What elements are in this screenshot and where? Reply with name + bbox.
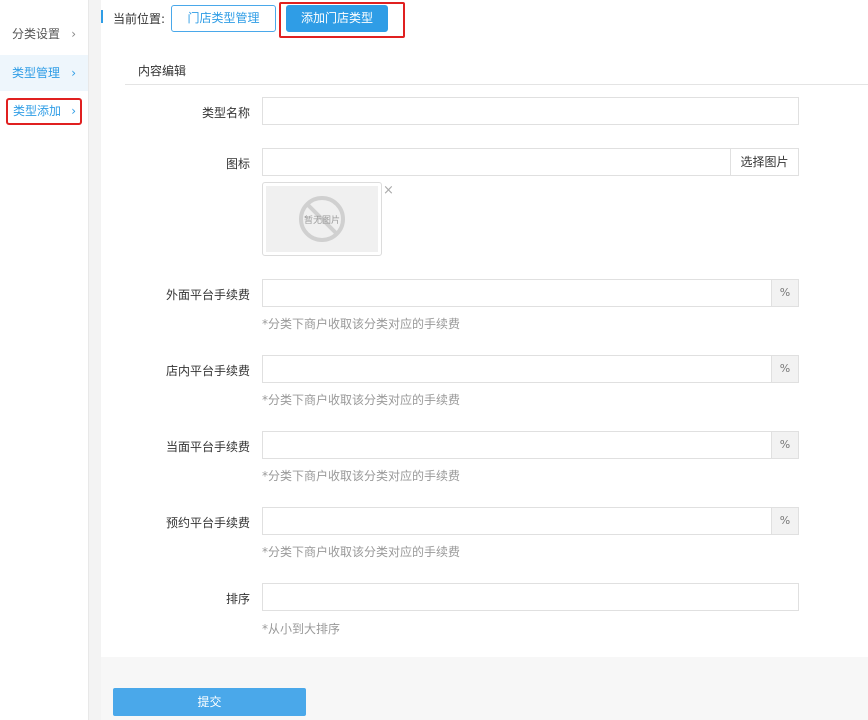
sidebar-item-label: 分类设置 bbox=[12, 27, 61, 41]
sidebar-item-label: 类型添加 bbox=[13, 104, 62, 118]
content-panel: 内容编辑 bbox=[101, 42, 868, 657]
percent-addon: % bbox=[771, 507, 799, 535]
type-name-label: 类型名称 bbox=[201, 106, 250, 120]
sort-input[interactable] bbox=[262, 583, 799, 611]
in-store-platform-fee-hint: *分类下商户收取该分类对应的手续费 bbox=[262, 393, 461, 407]
add-store-type-button[interactable]: 添加门店类型 bbox=[286, 5, 388, 32]
outside-platform-fee-hint: *分类下商户收取该分类对应的手续费 bbox=[262, 317, 461, 331]
sidebar: 分类设置 › 类型管理 › 类型添加 › bbox=[0, 0, 89, 720]
face-to-face-platform-fee-hint: *分类下商户收取该分类对应的手续费 bbox=[262, 469, 461, 483]
sort-hint: *从小到大排序 bbox=[262, 622, 341, 636]
type-name-input[interactable] bbox=[262, 97, 799, 125]
sidebar-item-type-management[interactable]: 类型管理 › bbox=[0, 55, 88, 91]
face-to-face-platform-fee-input[interactable] bbox=[262, 431, 772, 459]
no-image-placeholder: 暂无图片 bbox=[266, 186, 378, 252]
sidebar-item-category-settings[interactable]: 分类设置 › bbox=[0, 16, 88, 52]
reservation-platform-fee-label: 预约平台手续费 bbox=[165, 516, 250, 530]
sidebar-gutter bbox=[89, 0, 101, 720]
reservation-platform-fee-hint: *分类下商户收取该分类对应的手续费 bbox=[262, 545, 461, 559]
percent-addon: % bbox=[771, 279, 799, 307]
outside-platform-fee-input[interactable] bbox=[262, 279, 772, 307]
chevron-right-icon: › bbox=[71, 104, 76, 118]
in-store-platform-fee-input[interactable] bbox=[262, 355, 772, 383]
percent-addon: % bbox=[771, 355, 799, 383]
panel-title: 内容编辑 bbox=[138, 64, 187, 78]
sidebar-item-label: 类型管理 bbox=[12, 66, 61, 80]
breadcrumb-label: 当前位置: bbox=[113, 12, 166, 26]
breadcrumb-marker bbox=[101, 10, 103, 23]
sort-label: 排序 bbox=[225, 592, 250, 606]
icon-path-input[interactable] bbox=[262, 148, 731, 176]
icon-preview: 暂无图片 bbox=[262, 182, 382, 256]
chevron-right-icon: › bbox=[71, 27, 76, 41]
close-icon[interactable]: × bbox=[383, 183, 394, 198]
outside-platform-fee-label: 外面平台手续费 bbox=[165, 288, 250, 302]
icon-label: 图标 bbox=[225, 157, 250, 171]
sidebar-item-type-add[interactable]: 类型添加 › bbox=[6, 98, 82, 125]
in-store-platform-fee-label: 店内平台手续费 bbox=[165, 364, 250, 378]
panel-divider bbox=[125, 84, 868, 85]
no-image-text: 暂无图片 bbox=[304, 214, 340, 226]
choose-image-button[interactable]: 选择图片 bbox=[730, 148, 799, 176]
store-type-management-button[interactable]: 门店类型管理 bbox=[171, 5, 276, 32]
breadcrumb: 当前位置: 门店类型管理 添加门店类型 bbox=[101, 0, 868, 42]
reservation-platform-fee-input[interactable] bbox=[262, 507, 772, 535]
percent-addon: % bbox=[771, 431, 799, 459]
submit-button[interactable]: 提交 bbox=[113, 688, 306, 716]
chevron-right-icon: › bbox=[71, 66, 76, 80]
face-to-face-platform-fee-label: 当面平台手续费 bbox=[165, 440, 250, 454]
no-image-icon: 暂无图片 bbox=[299, 196, 345, 242]
